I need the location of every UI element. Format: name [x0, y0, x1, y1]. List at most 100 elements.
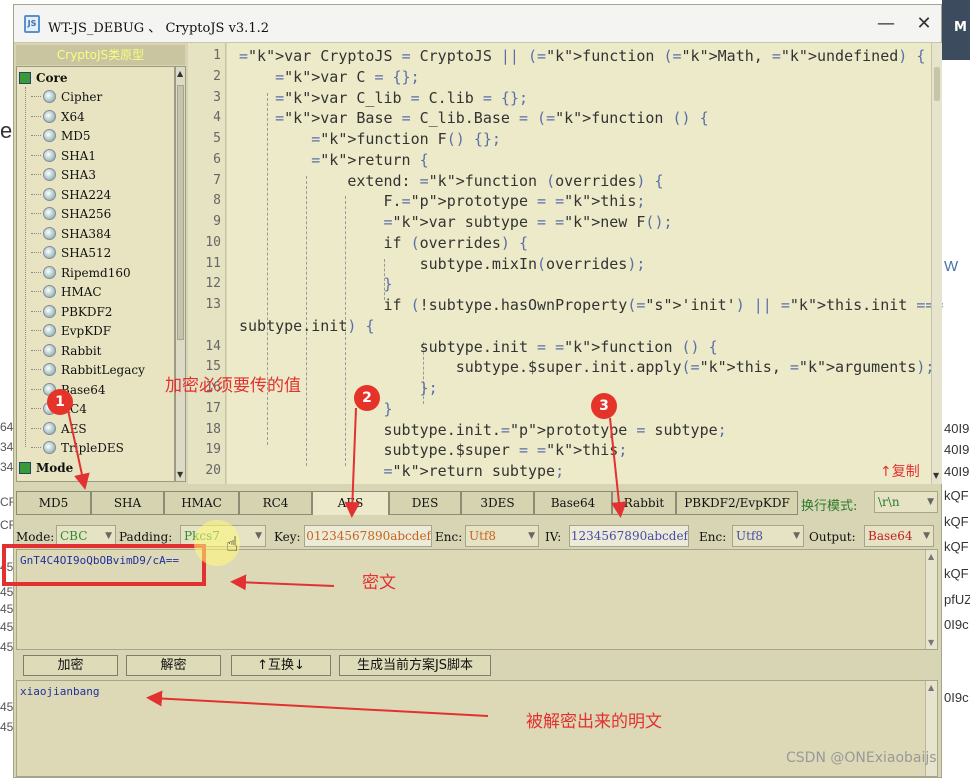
tab-base64[interactable]: Base64 [534, 491, 612, 515]
tab-des[interactable]: DES [389, 491, 461, 515]
ciphertext-note: 密文 [362, 573, 396, 593]
tree-scrollbar[interactable]: ▲ ▼ [175, 66, 186, 482]
tab-3des[interactable]: 3DES [461, 491, 534, 515]
leaf-icon [43, 207, 56, 220]
output-select[interactable]: Base64 ▼ [864, 525, 934, 547]
background-snippet: 45 [0, 585, 14, 599]
plaintext-value: xiaojianbang [20, 685, 100, 698]
tree-item[interactable]: PBKDF2 [31, 303, 112, 322]
tab-rabbit[interactable]: Rabbit [612, 491, 676, 515]
tab-hmac[interactable]: HMAC [164, 491, 239, 515]
code-line: subtype.init = ="k">function () { [239, 337, 718, 356]
line-number-gutter: 1 2 3 4 5 6 7 8 9 10 11 12 13 14 15 16 17 18 19 20 [188, 43, 226, 484]
tree-group-core[interactable]: Core [19, 69, 68, 88]
required-values-note: 加密必须要传的值 [165, 376, 301, 396]
line-number: 4 [213, 110, 221, 126]
tree-item-label: X64 [61, 109, 85, 124]
tab-rc4[interactable]: RC4 [239, 491, 312, 515]
line-number: 6 [213, 151, 221, 167]
line-number: 12 [205, 276, 221, 292]
line-number: 17 [205, 400, 221, 416]
code-line: ="k">return { [311, 150, 429, 169]
tree-item[interactable]: SHA256 [31, 205, 111, 224]
ciphertext-area[interactable]: GnT4C4OI9oQbOBvimD9/cA== ▲ ▼ [16, 549, 938, 650]
tree-item[interactable]: Ripemd160 [31, 264, 131, 283]
tree-item[interactable]: SHA512 [31, 244, 111, 263]
tab-md5[interactable]: MD5 [16, 491, 91, 515]
line-number: 11 [205, 255, 221, 271]
tree-item[interactable]: RabbitLegacy [31, 361, 145, 380]
leaf-icon [43, 187, 56, 201]
tree-item[interactable]: TripleDES [31, 439, 124, 458]
tree-group-label: Mode [36, 461, 74, 475]
tab-sha[interactable]: SHA [91, 491, 164, 515]
copy-label[interactable]: ↑复制 [880, 461, 920, 481]
tree-item[interactable]: Cipher [31, 88, 102, 107]
tree-item[interactable]: MD5 [31, 127, 91, 146]
leaf-icon [43, 441, 56, 454]
background-snippet: 0I9c [944, 617, 969, 632]
tree-item[interactable]: SHA224 [31, 186, 111, 205]
tree-group-label: Core [36, 71, 68, 85]
key-encoding-select[interactable]: Utf8 ▼ [465, 525, 539, 547]
generate-script-button[interactable]: 生成当前方案JS脚本 [339, 655, 491, 676]
background-snippet: 34 [0, 460, 14, 474]
class-tree[interactable]: Core Cipher X64 MD5 SHA1 SHA3 SHA224 SHA256 SHA3… [16, 66, 175, 482]
background-page-right [942, 0, 970, 778]
leaf-icon [43, 265, 56, 279]
tree-item[interactable]: SHA384 [31, 225, 111, 244]
leaf-icon [43, 168, 56, 181]
background-snippet: kQF [944, 488, 969, 503]
background-snippet: 45 [0, 560, 14, 574]
tree-group-mode[interactable]: Mode [19, 459, 73, 478]
tree-item[interactable]: HMAC [31, 283, 102, 302]
ciphertext-scrollbar[interactable]: ▲ ▼ [925, 550, 937, 649]
tab-pbkdf2-evpkdf[interactable]: PBKDF2/EvpKDF [676, 491, 798, 515]
leaf-icon [43, 129, 56, 142]
tree-item-label: HMAC [61, 285, 102, 299]
code-line: extend: ="k">function (overrides) { [239, 171, 664, 190]
title-bar[interactable]: JS WT-JS_DEBUG 、 CryptoJS v3.1.2 — ✕ [14, 5, 941, 43]
iv-input[interactable]: 1234567890abcdef [569, 525, 689, 547]
key-encoding-select-value: Utf8 [469, 529, 497, 543]
tree-item[interactable]: SHA3 [31, 166, 96, 185]
tree-item[interactable]: AES [31, 420, 87, 439]
background-snippet: kQF [944, 514, 969, 529]
background-snippet: 45 [0, 640, 14, 654]
badge-3: 3 [591, 393, 617, 419]
tab-aes[interactable]: AES [312, 491, 389, 515]
key-input[interactable]: 01234567890abcdef [304, 525, 432, 547]
code-editor[interactable]: ="k">var CryptoJS = CryptoJS || (="k">fu… [227, 43, 943, 484]
tree-item[interactable]: X64 [31, 108, 85, 127]
encrypt-button[interactable]: 加密 [23, 655, 118, 676]
iv-encoding-select[interactable]: Utf8 ▼ [732, 525, 804, 547]
mode-label: Mode: [16, 530, 55, 544]
algorithm-tabs: MD5 SHA HMAC RC4 AES DES 3DES Base64 Rabbit PBKDF… [16, 491, 941, 516]
decrypt-button[interactable]: 解密 [126, 655, 221, 676]
mode-select[interactable]: CBC ▼ [56, 525, 116, 547]
line-mode-select[interactable]: \r\n ▼ [874, 491, 938, 513]
code-line: F.="p">prototype = ="k">this; [239, 192, 646, 211]
close-button[interactable]: ✕ [914, 14, 934, 34]
mode-select-value: CBC [60, 529, 88, 543]
swap-button[interactable]: ↑互换↓ [231, 655, 331, 676]
minimize-button[interactable]: — [876, 14, 896, 34]
editor-scrollbar[interactable]: ▼ [931, 43, 942, 484]
tree-item[interactable]: ... [41, 477, 52, 481]
tree-item[interactable]: Rabbit [31, 342, 102, 361]
enc-label: Enc: [435, 530, 463, 544]
watermark: CSDN @ONExiaobaijs [786, 750, 937, 766]
leaf-icon [43, 148, 56, 162]
background-page-left [0, 0, 14, 778]
tree-item-label: AES [61, 421, 87, 436]
tree-item[interactable]: SHA1 [31, 147, 96, 166]
background-snippet: 64 [0, 420, 14, 434]
tree-item-label: PBKDF2 [61, 304, 113, 319]
code-line: ="k">var C = {}; [275, 67, 420, 86]
padding-label: Padding: [119, 530, 173, 544]
line-number: 10 [205, 234, 221, 250]
tree-item[interactable]: EvpKDF [31, 322, 111, 341]
tree-item-label: RabbitLegacy [61, 363, 145, 377]
hand-cursor-icon: ☝ [226, 532, 239, 556]
background-snippet: 45 [0, 700, 14, 714]
